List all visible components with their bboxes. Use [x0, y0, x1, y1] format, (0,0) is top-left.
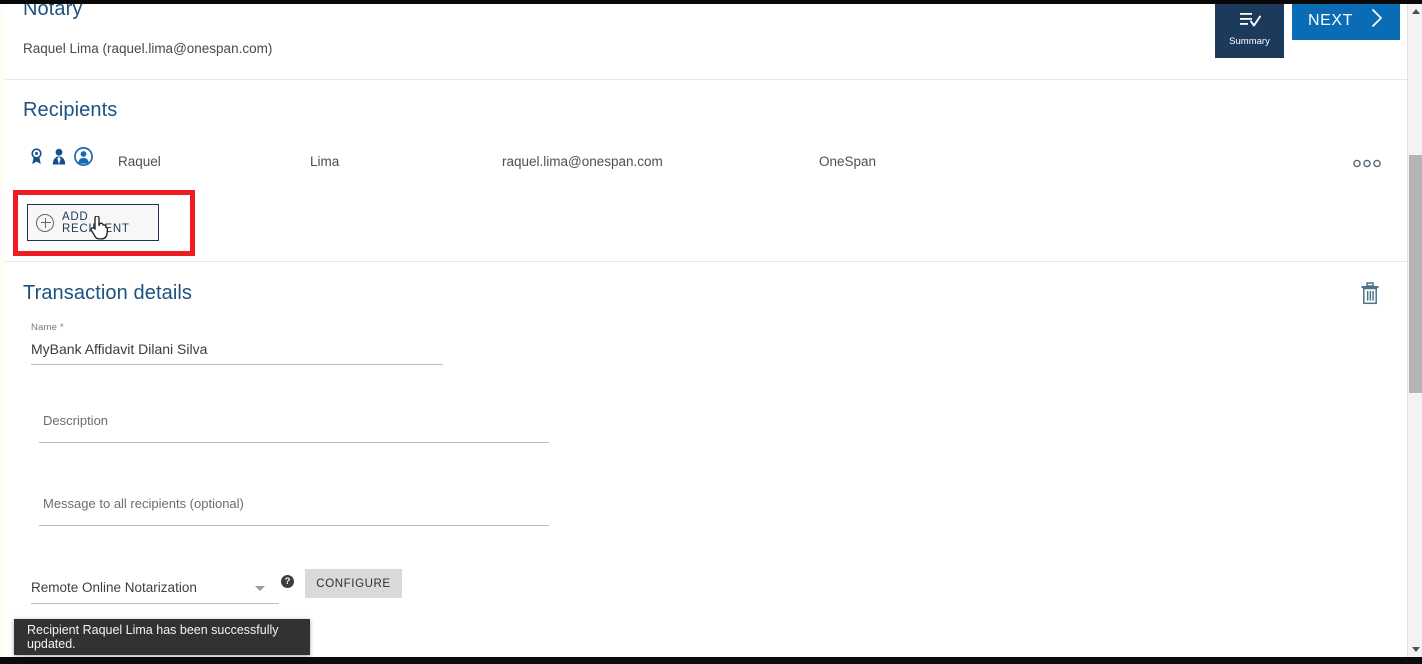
description-underline — [39, 442, 549, 443]
chevron-right-icon — [1371, 8, 1384, 33]
summary-button[interactable]: Summary — [1215, 0, 1284, 58]
recipient-first-name: Raquel — [118, 154, 161, 169]
signer-person-icon — [51, 148, 67, 165]
transaction-name-value: MyBank Affidavit Dilani Silva — [31, 341, 208, 357]
divider-notary — [5, 79, 1407, 80]
description-placeholder: Description — [43, 413, 109, 428]
vertical-scrollbar[interactable] — [1407, 4, 1422, 657]
divider-recipients — [5, 261, 1407, 262]
scroll-down-button[interactable] — [1408, 642, 1422, 657]
delete-transaction-icon[interactable] — [1360, 282, 1380, 310]
notary-section-title: Notary — [23, 4, 83, 20]
transaction-name-underline — [31, 364, 443, 365]
add-recipient-label: ADD RECIPIENT — [62, 210, 130, 235]
recipient-organization: OneSpan — [819, 154, 877, 169]
avatar-circle-icon — [74, 147, 93, 166]
scroll-up-button[interactable] — [1408, 4, 1422, 19]
chevron-down-icon — [255, 586, 265, 591]
recipient-role-icons — [29, 147, 93, 166]
notarization-type-select[interactable]: Remote Online Notarization — [31, 579, 279, 597]
add-recipient-button[interactable]: ADD RECIPIENT — [27, 204, 159, 241]
recipients-section-title: Recipients — [23, 99, 118, 121]
page-surface: Notary Raquel Lima (raquel.lima@onespan.… — [5, 4, 1407, 657]
summary-checklist-icon — [1239, 12, 1261, 33]
message-placeholder: Message to all recipients (optional) — [43, 496, 244, 511]
transaction-name-label: Name * — [31, 322, 64, 333]
notary-seal-icon — [29, 148, 44, 165]
toast-notification: Recipient Raquel Lima has been successfu… — [14, 619, 310, 655]
recipient-overflow-menu-icon[interactable] — [1353, 155, 1381, 172]
recipient-email: raquel.lima@onespan.com — [502, 154, 663, 169]
transaction-details-title: Transaction details — [23, 282, 193, 304]
window-top-edge — [0, 0, 1422, 4]
table-row[interactable]: Raquel Lima raquel.lima@onespan.com OneS… — [5, 147, 1407, 177]
next-button[interactable]: NEXT — [1292, 1, 1400, 40]
window-bottom-edge — [0, 657, 1422, 664]
recipient-last-name: Lima — [310, 154, 340, 169]
plus-circle-icon — [36, 213, 54, 232]
next-label: NEXT — [1307, 11, 1354, 29]
app-window: Notary Raquel Lima (raquel.lima@onespan.… — [0, 0, 1422, 664]
help-icon[interactable]: ? — [281, 575, 294, 588]
summary-label: Summary — [1229, 35, 1270, 47]
scrollbar-thumb[interactable] — [1409, 155, 1422, 393]
toast-message: Recipient Raquel Lima has been successfu… — [27, 623, 279, 651]
configure-button[interactable]: CONFIGURE — [305, 569, 402, 598]
notary-person-name: Raquel Lima (raquel.lima@onespan.com) — [23, 41, 273, 56]
notarization-type-value: Remote Online Notarization — [31, 580, 197, 595]
notarization-type-underline — [31, 603, 279, 604]
message-underline — [39, 525, 549, 526]
